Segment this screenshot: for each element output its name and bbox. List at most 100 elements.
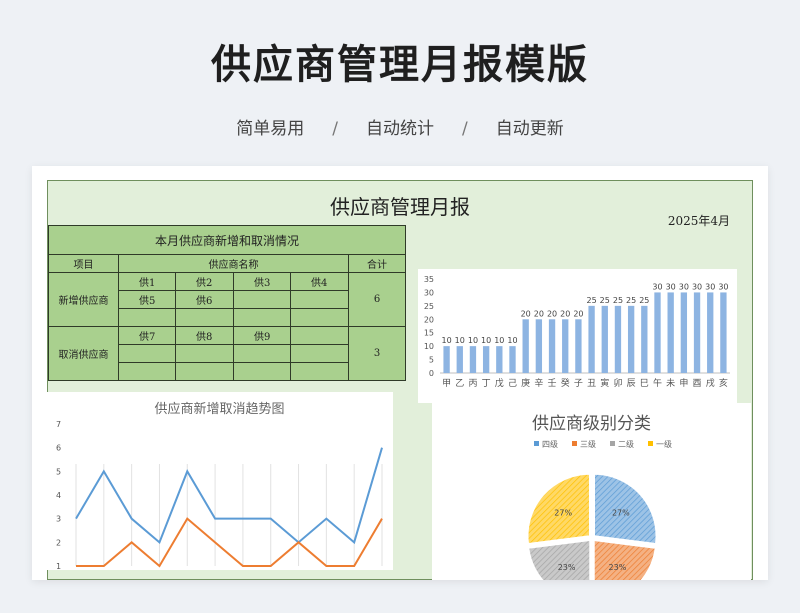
table-cell [290, 290, 349, 309]
table-header-row: 项目 供应商名称 合计 [48, 254, 407, 273]
legend-label: 四级 [542, 439, 558, 449]
table-cell [118, 344, 176, 363]
bar [482, 346, 490, 373]
y-tick-label: 3 [56, 515, 61, 524]
bar-data-label: 20 [521, 309, 531, 318]
table-cell: 供6 [175, 290, 234, 309]
y-tick-label: 7 [56, 420, 61, 429]
x-tick-label: 丁 [482, 379, 491, 389]
x-tick-label: 己 [508, 378, 517, 389]
bar-data-label: 10 [468, 336, 478, 345]
legend-label: 一级 [656, 439, 672, 449]
y-tick-label: 35 [424, 275, 434, 284]
header-names: 供应商名称 [118, 254, 349, 273]
table-cell: 供4 [290, 272, 349, 291]
bar-data-label: 10 [494, 336, 504, 345]
table-cell [290, 362, 349, 381]
x-tick-label: 申 [679, 377, 688, 389]
bar [509, 346, 516, 373]
table-cell [233, 344, 291, 363]
table-cell [233, 362, 291, 381]
new-supplier-label: 新增供应商 [48, 272, 119, 327]
x-tick-label: 未 [666, 377, 675, 389]
y-tick-label: 10 [424, 342, 434, 351]
y-tick-label: 6 [56, 444, 61, 453]
tagline-separator: / [462, 119, 468, 139]
y-tick-label: 15 [424, 329, 434, 338]
bar [707, 292, 714, 373]
legend-swatch [648, 441, 653, 446]
bar [522, 319, 529, 373]
table-caption: 本月供应商新增和取消情况 [47, 225, 407, 255]
bar-data-label: 30 [705, 282, 715, 291]
y-tick-label: 25 [424, 302, 434, 311]
bar-chart-panel: 0 5 10 15 20 25 30 35 10 甲 10 乙 10 丙 10 丁 10 戊 10 己 20 庚 20 辛 20… [418, 269, 737, 403]
legend-swatch [534, 441, 539, 446]
legend-swatch [572, 441, 577, 446]
x-tick-label: 壬 [548, 378, 557, 389]
bar [667, 292, 674, 373]
x-tick-label: 乙 [455, 378, 464, 389]
line-chart-title: 供应商新增取消趋势图 [154, 402, 285, 417]
bar-data-label: 30 [718, 282, 728, 291]
pie-slice [593, 539, 657, 580]
bar-data-label: 25 [613, 296, 623, 305]
bar-data-label: 10 [507, 336, 517, 345]
x-tick-label: 子 [574, 378, 583, 389]
x-tick-label: 丑 [587, 378, 596, 389]
legend-label: 二级 [618, 439, 634, 449]
table-row: 新增供应商 供1 供2 供3 供4 6 [48, 272, 407, 327]
tagline-item: 简单易用 [236, 119, 305, 139]
bar [720, 292, 727, 373]
legend-swatch [610, 441, 615, 446]
tagline-item: 自动更新 [495, 119, 564, 139]
bar-data-label: 10 [441, 336, 451, 345]
pie-chart-panel: 供应商级别分类 四级 三级 二级 一级 27% 23% 23% 27% [432, 403, 751, 580]
table-cell [118, 362, 176, 381]
x-tick-label: 寅 [600, 377, 609, 389]
bar-data-label: 30 [652, 282, 662, 291]
bar [693, 292, 701, 373]
cancel-supplier-total: 3 [347, 326, 407, 381]
bar-data-label: 20 [560, 309, 570, 318]
y-tick-label: 20 [424, 315, 434, 324]
y-tick-label: 4 [56, 491, 61, 500]
x-tick-label: 辛 [534, 377, 543, 389]
table-cell [233, 290, 291, 309]
bar [588, 305, 595, 373]
bar [601, 305, 608, 373]
line-chart: 1 2 3 4 5 6 7 [56, 420, 383, 571]
x-tick-label: 辰 [627, 378, 636, 389]
x-tick-label: 癸 [561, 377, 570, 389]
bar-data-label: 10 [455, 336, 465, 345]
x-tick-label: 卯 [613, 378, 622, 389]
report-title: 供应商管理月报 [330, 195, 470, 219]
y-tick-label: 0 [429, 369, 434, 378]
bar-data-label: 10 [481, 336, 491, 345]
bar [562, 319, 569, 373]
x-tick-label: 甲 [442, 378, 451, 389]
bar [496, 346, 503, 373]
pie-data-label: 23% [558, 563, 576, 572]
table-row: 取消供应商 供7 供8 供9 3 [48, 326, 407, 381]
bar-data-label: 30 [666, 282, 676, 291]
bar [535, 319, 543, 373]
bar [469, 346, 477, 373]
y-tick-label: 30 [424, 288, 434, 297]
pie-data-label: 27% [612, 509, 630, 518]
bar-data-label: 25 [586, 296, 596, 305]
table-cell: 供1 [118, 272, 176, 291]
bar [614, 305, 622, 373]
table-cell [175, 362, 234, 381]
x-tick-label: 酉 [693, 378, 702, 389]
bar [680, 292, 688, 373]
table-cell [290, 344, 349, 363]
x-tick-label: 午 [653, 377, 662, 389]
pie-chart-title: 供应商级别分类 [532, 414, 651, 434]
y-tick-label: 1 [56, 562, 61, 570]
x-tick-label: 亥 [719, 377, 728, 389]
table-cell [290, 326, 349, 345]
table-cell [175, 308, 234, 327]
x-tick-label: 丙 [468, 378, 477, 389]
y-tick-label: 2 [56, 538, 61, 547]
